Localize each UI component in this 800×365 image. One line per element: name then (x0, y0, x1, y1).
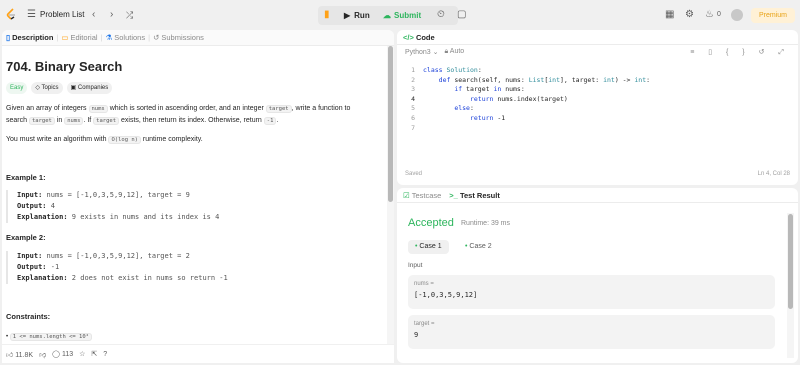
problem-description: Given an array of integers nums which is… (6, 105, 351, 125)
code-line: 4 return nums.index(target) (411, 94, 568, 103)
comments-button[interactable]: ◯ 113 (52, 350, 73, 358)
settings-icon[interactable]: ⚙ (685, 9, 694, 21)
streak-icon[interactable]: ♨ (705, 9, 714, 21)
example-1-block: Input: nums = [-1,0,3,5,9,12], target = … (6, 190, 381, 223)
problem-title: 704. Binary Search (6, 59, 123, 74)
runtime-text: Runtime: 39 ms (461, 220, 511, 227)
topics-tag[interactable]: ◇ Topics (31, 82, 63, 94)
building-icon: ▣ (70, 85, 78, 91)
test-result-panel: ☑ Testcase >_ Test Result Accepted Runti… (397, 188, 798, 363)
top-bar: ☰ Problem List ‹ › ⤮ ▮ ▶ Run ☁ Submit ⏲ … (0, 0, 800, 30)
result-status: Accepted (408, 217, 454, 229)
checkbox-icon: ☑ (403, 190, 410, 200)
help-icon[interactable]: ? (103, 351, 107, 358)
editor-actions[interactable]: ≡ ▯ { } ↺ ⤢ (690, 48, 790, 57)
code-toolbar: Python3 ⌄ 🔒︎ Auto ≡ ▯ { } ↺ ⤢ (397, 45, 798, 59)
example-2-block: Input: nums = [-1,0,3,5,9,12], target = … (6, 251, 381, 284)
tab-submissions[interactable]: ↺ Submissions (153, 33, 204, 42)
avatar[interactable] (731, 9, 743, 21)
premium-button[interactable]: Premium (751, 8, 795, 23)
play-icon: ▶ (344, 11, 351, 20)
document-icon: ▯ (6, 33, 11, 42)
input-label: Input (408, 262, 423, 269)
save-status: Saved (405, 171, 423, 177)
constraints-title: Constraints: (6, 312, 51, 321)
next-problem-icon[interactable]: › (110, 9, 113, 21)
description-tabs: ▯ Description | ▭ Editorial | ⚗ Solutions |… (2, 30, 394, 46)
tab-description[interactable]: ▯ Description (6, 33, 53, 42)
result-scroll-thumb[interactable] (788, 214, 793, 309)
result-tabs: ☑ Testcase >_ Test Result (397, 188, 798, 203)
companies-tag[interactable]: ▣ Companies (66, 82, 113, 94)
tab-editorial[interactable]: ▭ Editorial (61, 33, 97, 42)
tab-testcase[interactable]: ☑ Testcase (403, 191, 441, 200)
code-panel: </> Code Python3 ⌄ 🔒︎ Auto ≡ ▯ { } ↺ ⤢ 1… (397, 30, 798, 185)
code-line: 5 else: (411, 104, 474, 113)
case-2-tab[interactable]: • Case 2 (458, 240, 499, 254)
list-icon[interactable]: ☰ (27, 9, 36, 21)
constraint-item: • 1 <= nums.length <= 10⁴ (6, 331, 376, 343)
example-1-title: Example 1: (6, 173, 46, 182)
cursor-position: Ln 4, Col 28 (757, 171, 790, 177)
code-line: 6 return -1 (411, 113, 506, 122)
lock-icon: 🔒︎ (444, 48, 449, 55)
code-line: 1 class Solution: (411, 66, 482, 74)
code-editor[interactable]: 1 class Solution: 2 def search(self, nums… (403, 66, 650, 133)
nums-input-box: nums = [-1,0,3,5,9,12] (408, 275, 775, 309)
code-line: 2 def search(self, nums: List[int], targ… (411, 75, 651, 84)
thumbs-up-icon: 👍︎ (6, 351, 14, 359)
prev-problem-icon[interactable]: ‹ (92, 9, 95, 21)
problem-tags: Easy ◇ Topics ▣ Companies (6, 82, 113, 94)
flask-icon: ⚗ (105, 33, 113, 42)
terminal-icon: >_ (449, 190, 458, 200)
problem-list-link[interactable]: Problem List (40, 9, 84, 21)
code-line: 7 (411, 123, 415, 132)
dislike-icon[interactable]: 👎︎ (39, 350, 46, 359)
submit-button[interactable]: ☁ Submit (383, 7, 421, 24)
description-scroll-thumb[interactable] (388, 46, 393, 202)
tab-test-result[interactable]: >_ Test Result (449, 191, 500, 200)
auto-mode[interactable]: 🔒︎ Auto (445, 48, 465, 56)
layout-icon[interactable]: ▦ (665, 9, 674, 21)
code-line: 3 if target in nums: (411, 85, 525, 94)
run-button[interactable]: ▶ Run (344, 7, 370, 24)
cloud-upload-icon: ☁ (383, 11, 391, 20)
shuffle-icon[interactable]: ⤮ (126, 9, 133, 21)
complexity-note: You must write an algorithm with O(log n… (6, 136, 203, 144)
streak-count: 0 (717, 11, 721, 18)
history-icon: ↺ (153, 33, 160, 42)
share-icon[interactable]: ⇱ (91, 350, 97, 358)
case-1-tab[interactable]: • Case 1 (408, 240, 449, 254)
timer-icon[interactable]: ⏲ (437, 9, 445, 21)
leetcode-logo-icon[interactable] (5, 8, 17, 22)
debug-icon[interactable]: ▮ (324, 9, 330, 21)
star-icon[interactable]: ☆ (79, 350, 85, 358)
code-panel-header: </> Code (397, 30, 798, 45)
book-icon: ▭ (61, 33, 69, 42)
tab-solutions[interactable]: ⚗ Solutions (106, 33, 146, 42)
description-footer: 👍︎ 11.8K 👎︎ ◯ 113 ☆ ⇱ ? (2, 344, 394, 363)
comment-icon: ◯ (52, 351, 61, 358)
description-panel: ▯ Description | ▭ Editorial | ⚗ Solutions |… (2, 30, 394, 363)
language-select[interactable]: Python3 ⌄ (405, 48, 439, 56)
code-icon: </> (403, 32, 414, 42)
example-2-title: Example 2: (6, 233, 46, 242)
like-button[interactable]: 👍︎ 11.8K (6, 350, 33, 359)
target-input-box: target = 9 (408, 315, 775, 349)
difficulty-badge: Easy (6, 82, 28, 94)
notes-icon[interactable]: ▢ (457, 9, 466, 21)
